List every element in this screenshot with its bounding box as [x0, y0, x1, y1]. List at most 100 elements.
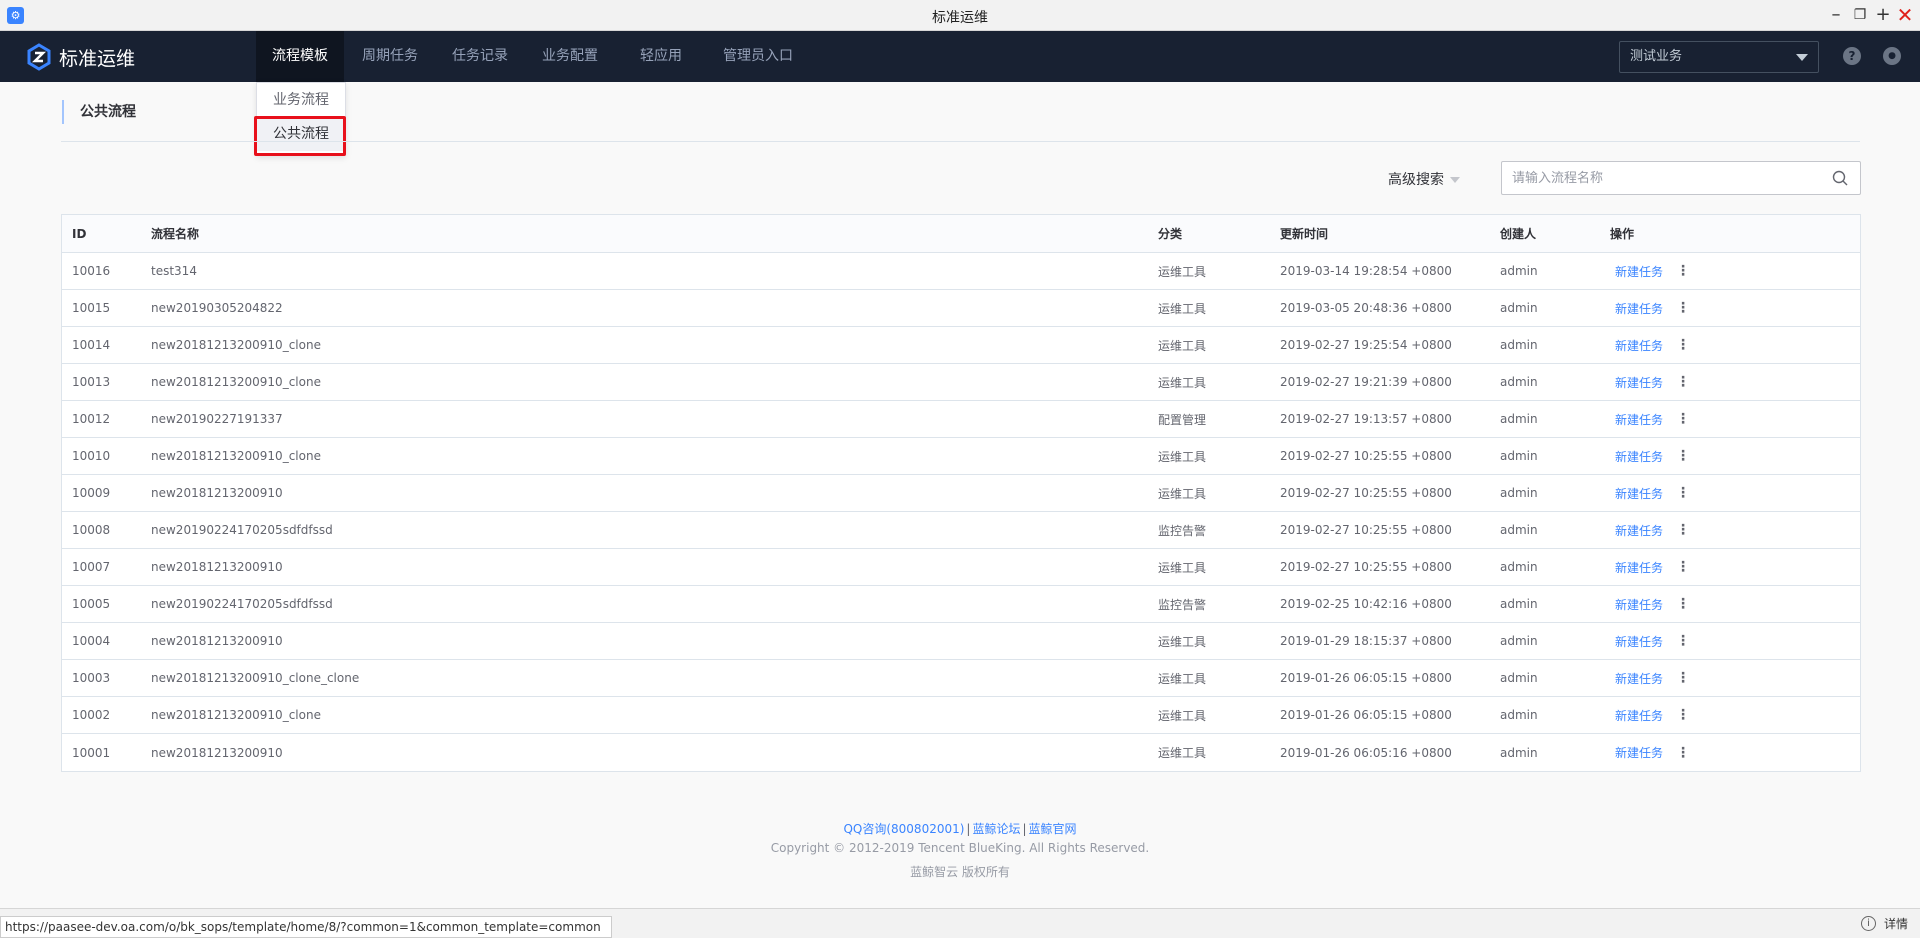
user-avatar-icon[interactable]: ● — [1883, 47, 1901, 65]
row-id: 10012 — [72, 412, 111, 426]
footer-link-site[interactable]: 蓝鲸官网 — [1029, 822, 1077, 836]
row-updated: 2019-03-05 20:48:36 +0800 — [1280, 301, 1452, 315]
table-row: 10001 new20181213200910 运维工具 2019-01-26 06:… — [62, 734, 1860, 771]
nav-item-business-config[interactable]: 业务配置 — [526, 31, 614, 82]
table-row: 10003 new20181213200910_clone_clone 运维工具 20… — [62, 660, 1860, 697]
dropdown-item-business-flow[interactable]: 业务流程 — [257, 83, 345, 117]
new-task-button[interactable]: 新建任务 — [1615, 475, 1663, 511]
chevron-down-icon — [1796, 54, 1808, 61]
new-task-button[interactable]: 新建任务 — [1615, 364, 1663, 400]
more-actions-icon[interactable]: ⋮ — [1676, 586, 1690, 622]
row-id: 10015 — [72, 301, 111, 315]
row-id: 10013 — [72, 375, 111, 389]
new-task-button[interactable]: 新建任务 — [1615, 290, 1663, 326]
header-actions: 操作 — [1610, 227, 1635, 241]
details-label: 详情 — [1883, 917, 1908, 931]
new-task-button[interactable]: 新建任务 — [1615, 438, 1663, 474]
row-id: 10002 — [72, 708, 111, 722]
new-task-button[interactable]: 新建任务 — [1615, 512, 1663, 548]
logo[interactable]: 标准运维 — [25, 42, 135, 72]
more-actions-icon[interactable]: ⋮ — [1676, 512, 1690, 548]
row-id: 10007 — [72, 560, 111, 574]
more-actions-icon[interactable]: ⋮ — [1676, 438, 1690, 474]
logo-text: 标准运维 — [59, 47, 136, 70]
row-name: new20181213200910 — [151, 745, 283, 760]
search-box — [1501, 161, 1861, 195]
details-button[interactable]: i 详情 — [1860, 915, 1908, 932]
new-task-button[interactable]: 新建任务 — [1615, 586, 1663, 622]
new-task-button[interactable]: 新建任务 — [1615, 401, 1663, 437]
row-name: new20190224170205sdfdfssd — [151, 597, 333, 611]
row-id: 10008 — [72, 523, 111, 537]
header-updated: 更新时间 — [1280, 227, 1329, 241]
row-creator: admin — [1500, 597, 1538, 611]
business-select-value: 测试业务 — [1630, 49, 1683, 64]
search-icon[interactable] — [1832, 170, 1848, 186]
row-creator: admin — [1500, 560, 1538, 574]
row-creator: admin — [1500, 301, 1538, 315]
new-task-button[interactable]: 新建任务 — [1615, 327, 1663, 363]
more-actions-icon[interactable]: ⋮ — [1676, 364, 1690, 400]
footer-link-forum[interactable]: 蓝鲸论坛 — [972, 822, 1020, 836]
new-task-button[interactable]: 新建任务 — [1615, 623, 1663, 659]
row-updated: 2019-01-26 06:05:15 +0800 — [1280, 708, 1452, 722]
row-name: new20181213200910_clone — [151, 338, 321, 352]
new-task-button[interactable]: 新建任务 — [1615, 253, 1663, 289]
new-task-button[interactable]: 新建任务 — [1615, 660, 1663, 696]
advanced-search-toggle[interactable]: 高级搜索 — [1388, 169, 1460, 189]
row-name: test314 — [151, 264, 197, 278]
table-row: 10004 new20181213200910 运维工具 2019-01-29 18:… — [62, 623, 1860, 660]
page-title: 公共流程 — [62, 100, 136, 124]
row-updated: 2019-02-27 19:13:57 +0800 — [1280, 412, 1452, 426]
more-actions-icon[interactable]: ⋮ — [1676, 475, 1690, 511]
footer-separator: | — [966, 822, 971, 836]
row-name: new20181213200910_clone — [151, 449, 321, 463]
row-creator: admin — [1500, 449, 1538, 463]
table-row: 10008 new20190224170205sdfdfssd 监控告警 2019-0… — [62, 512, 1860, 549]
row-updated: 2019-01-26 06:05:15 +0800 — [1280, 671, 1452, 685]
row-creator: admin — [1500, 745, 1538, 760]
row-name: new20181213200910_clone — [151, 375, 321, 389]
nav-item-admin[interactable]: 管理员入口 — [707, 31, 809, 82]
search-input[interactable] — [1502, 162, 1812, 194]
more-actions-icon[interactable]: ⋮ — [1676, 623, 1690, 659]
close-icon[interactable]: ✕ — [1894, 3, 1916, 27]
nav-item-periodic[interactable]: 周期任务 — [346, 31, 434, 82]
new-task-button[interactable]: 新建任务 — [1615, 549, 1663, 585]
table-header: ID 流程名称 分类 更新时间 创建人 操作 — [62, 215, 1860, 253]
table-row: 10014 new20181213200910_clone 运维工具 2019-02-… — [62, 327, 1860, 364]
restore-icon[interactable]: ❐ — [1849, 3, 1871, 27]
help-icon[interactable]: ? — [1843, 47, 1861, 65]
more-actions-icon[interactable]: ⋮ — [1676, 549, 1690, 585]
more-actions-icon[interactable]: ⋮ — [1676, 290, 1690, 326]
more-actions-icon[interactable]: ⋮ — [1676, 660, 1690, 696]
nav-item-light-app[interactable]: 轻应用 — [624, 31, 698, 82]
table-row: 10012 new20190227191337 配置管理 2019-02-27 19:… — [62, 401, 1860, 438]
status-url: https://paasee-dev.oa.com/o/bk_sops/temp… — [0, 916, 612, 938]
row-id: 10001 — [72, 745, 111, 760]
table-row: 10016 test314 运维工具 2019-03-14 19:28:54 +080… — [62, 253, 1860, 290]
minimize-icon[interactable]: – — [1825, 3, 1847, 27]
row-category: 运维工具 — [1158, 375, 1207, 390]
new-task-button[interactable]: 新建任务 — [1615, 697, 1663, 733]
more-actions-icon[interactable]: ⋮ — [1676, 253, 1690, 289]
footer-link-qq[interactable]: QQ咨询(800802001) — [843, 822, 964, 836]
more-actions-icon[interactable]: ⋮ — [1676, 697, 1690, 733]
new-window-icon[interactable]: + — [1872, 3, 1894, 27]
more-actions-icon[interactable]: ⋮ — [1676, 734, 1690, 771]
more-actions-icon[interactable]: ⋮ — [1676, 401, 1690, 437]
more-actions-icon[interactable]: ⋮ — [1676, 327, 1690, 363]
row-updated: 2019-02-27 10:25:55 +0800 — [1280, 523, 1452, 537]
nav-item-task-record[interactable]: 任务记录 — [436, 31, 524, 82]
business-select[interactable]: 测试业务 — [1619, 41, 1819, 73]
table-row: 10007 new20181213200910 运维工具 2019-02-27 10:… — [62, 549, 1860, 586]
new-task-button[interactable]: 新建任务 — [1615, 734, 1663, 771]
table-row: 10015 new20190305204822 运维工具 2019-03-05 20:… — [62, 290, 1860, 327]
advanced-search-label: 高级搜索 — [1388, 172, 1444, 188]
nav-item-template[interactable]: 流程模板 — [256, 31, 344, 82]
row-creator: admin — [1500, 486, 1538, 500]
caret-down-icon — [1450, 177, 1460, 183]
row-updated: 2019-02-27 10:25:55 +0800 — [1280, 560, 1452, 574]
table-body: 10016 test314 运维工具 2019-03-14 19:28:54 +080… — [62, 253, 1860, 771]
header-category: 分类 — [1158, 227, 1183, 241]
